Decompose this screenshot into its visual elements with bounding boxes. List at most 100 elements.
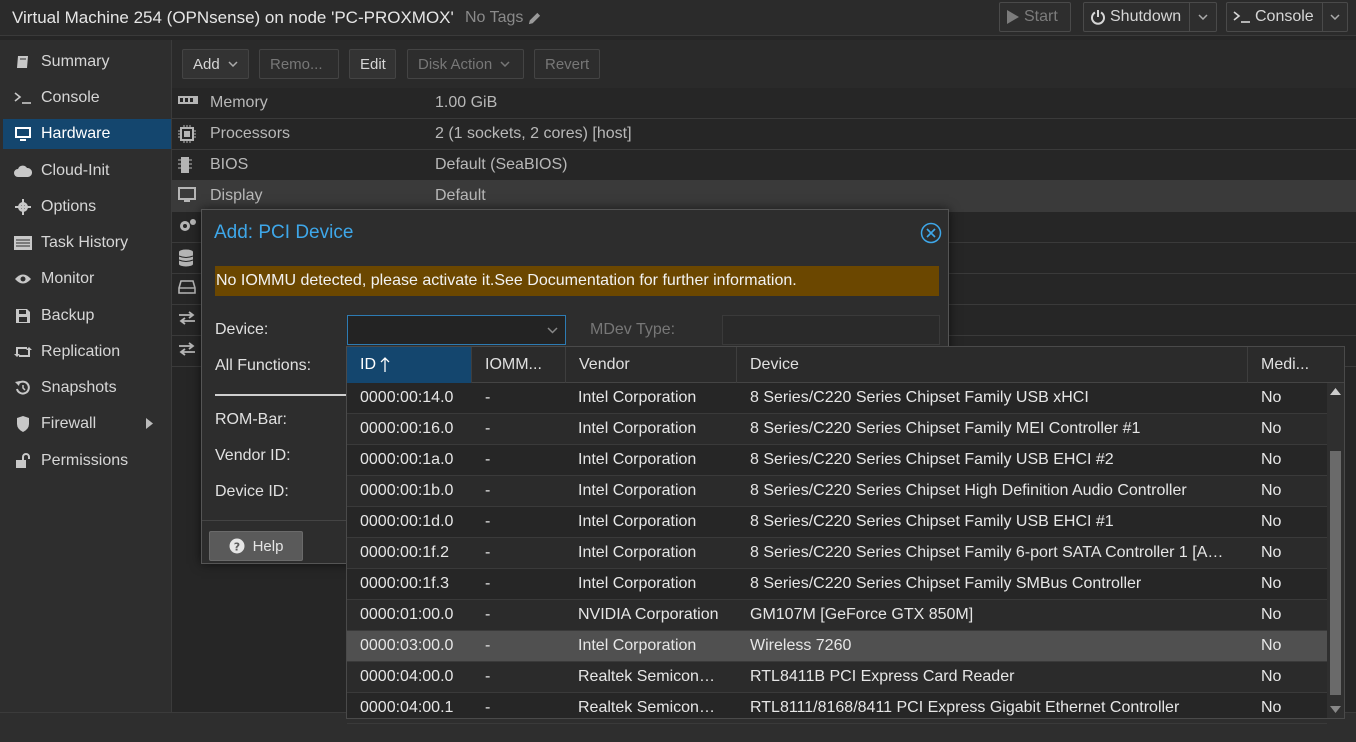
chevron-down-icon — [500, 61, 510, 67]
cell-id: 0000:00:1f.3 — [360, 575, 449, 592]
column-header-vendor[interactable]: Vendor — [566, 347, 737, 383]
scrollbar[interactable] — [1327, 383, 1344, 718]
help-button[interactable]: ? Help — [209, 531, 303, 561]
edit-button[interactable]: Edit — [349, 49, 396, 79]
hardware-key: Memory — [210, 94, 268, 111]
cell-device: 8 Series/C220 Series Chipset Family 6-po… — [750, 544, 1224, 561]
cell-mdev: No — [1261, 575, 1282, 592]
cell-vendor: Realtek Semicon… — [578, 668, 715, 685]
column-header-device[interactable]: Device — [737, 347, 1248, 383]
device-list-row[interactable]: 0000:00:16.0 - Intel Corporation 8 Series/C… — [347, 414, 1327, 445]
cell-device: 8 Series/C220 Series Chipset Family USB … — [750, 451, 1114, 468]
monitor-icon — [13, 125, 33, 143]
nav-item-replication[interactable]: Replication — [3, 337, 171, 367]
sort-up-icon — [380, 357, 390, 373]
nav-label: Console — [41, 89, 100, 106]
cell-iommu: - — [485, 668, 491, 685]
cell-mdev: No — [1261, 513, 1282, 530]
hardware-key: Processors — [210, 125, 291, 142]
device-list-row[interactable]: 0000:03:00.0 - Intel Corporation Wireless 7… — [347, 631, 1327, 662]
shield-icon — [13, 415, 33, 433]
cell-id: 0000:00:1b.0 — [360, 482, 454, 499]
column-header-mediated[interactable]: Medi... — [1248, 347, 1344, 383]
cell-iommu: - — [485, 513, 491, 530]
remove-label: Remo... — [270, 55, 323, 73]
help-label: Help — [252, 537, 284, 555]
device-list-row[interactable]: 0000:00:1b.0 - Intel Corporation 8 Series/C… — [347, 476, 1327, 507]
hardware-row-processors[interactable]: Processors 2 (1 sockets, 2 cores) [host] — [172, 119, 1356, 150]
device-list-row[interactable]: 0000:00:1a.0 - Intel Corporation 8 Series/C… — [347, 445, 1327, 476]
book-icon — [13, 53, 33, 71]
nav-item-snapshots[interactable]: Snapshots — [3, 373, 171, 403]
revert-button[interactable]: Revert — [534, 49, 600, 79]
network-icon — [178, 311, 198, 329]
hardware-toolbar: Add Remo... Edit Disk Action Revert — [172, 40, 1356, 88]
divider — [215, 394, 350, 396]
network-icon — [178, 342, 198, 360]
cell-vendor: Intel Corporation — [578, 637, 697, 654]
hardware-row-display[interactable]: Display Default — [172, 181, 1356, 212]
nav-item-task-history[interactable]: Task History — [3, 228, 171, 258]
terminal-icon — [13, 89, 33, 107]
cell-device: 8 Series/C220 Series Chipset Family USB … — [750, 389, 1089, 406]
hardware-row-bios[interactable]: BIOS Default (SeaBIOS) — [172, 150, 1356, 181]
device-list-row[interactable]: 0000:00:14.0 - Intel Corporation 8 Series/C… — [347, 383, 1327, 414]
hdd-icon — [178, 280, 198, 298]
cell-mdev: No — [1261, 606, 1282, 623]
tags-editor[interactable]: No Tags — [465, 9, 542, 27]
nav-label: Summary — [41, 53, 110, 70]
cell-id: 0000:00:1f.2 — [360, 544, 449, 561]
revert-label: Revert — [545, 55, 590, 73]
device-combobox[interactable] — [347, 315, 566, 345]
remove-button[interactable]: Remo... — [259, 49, 339, 79]
expand-arrow-icon[interactable] — [146, 418, 153, 429]
device-list-row[interactable]: 0000:00:1d.0 - Intel Corporation 8 Series/C… — [347, 507, 1327, 538]
nav-item-hardware[interactable]: Hardware — [3, 119, 171, 149]
hardware-row-memory[interactable]: Memory 1.00 GiB — [172, 88, 1356, 119]
column-title: Medi... — [1261, 356, 1310, 373]
rom-bar-label: ROM-Bar: — [215, 411, 287, 428]
console-button[interactable]: Console — [1226, 2, 1348, 32]
nav-item-permissions[interactable]: Permissions — [3, 446, 171, 476]
nav-item-options[interactable]: Options — [3, 192, 171, 222]
nav-item-console[interactable]: Console — [3, 83, 171, 113]
nav-item-summary[interactable]: Summary — [3, 47, 171, 77]
pencil-icon[interactable] — [527, 11, 542, 26]
hardware-value: 2 (1 sockets, 2 cores) [host] — [435, 125, 632, 142]
cell-vendor: Realtek Semicon… — [578, 699, 715, 716]
nav-label: Options — [41, 198, 97, 215]
retweet-icon — [13, 343, 33, 361]
device-list-row[interactable]: 0000:04:00.1 - Realtek Semicon… RTL8111/816… — [347, 693, 1327, 724]
nav-label: Replication — [41, 343, 121, 360]
scroll-down-icon[interactable] — [1330, 706, 1341, 714]
cell-id: 0000:04:00.0 — [360, 668, 454, 685]
nav-item-cloud-init[interactable]: Cloud-Init — [3, 156, 171, 186]
device-list-row[interactable]: 0000:01:00.0 - NVIDIA Corporation GM107M [G… — [347, 600, 1327, 631]
nav-item-monitor[interactable]: Monitor — [3, 264, 171, 294]
device-list-row[interactable]: 0000:00:1f.2 - Intel Corporation 8 Series/C… — [347, 538, 1327, 569]
cell-vendor: Intel Corporation — [578, 513, 697, 530]
chevron-down-icon[interactable] — [547, 327, 558, 334]
disk-action-button[interactable]: Disk Action — [407, 49, 524, 79]
column-header-iommu[interactable]: IOMM... — [472, 347, 566, 383]
shutdown-button[interactable]: Shutdown — [1083, 2, 1217, 32]
start-button[interactable]: Start — [999, 2, 1071, 32]
nav-item-backup[interactable]: Backup — [3, 301, 171, 331]
cell-id: 0000:00:16.0 — [360, 420, 454, 437]
device-list-row[interactable]: 0000:04:00.0 - Realtek Semicon… RTL8411B PC… — [347, 662, 1327, 693]
column-header-id[interactable]: ID — [347, 347, 472, 383]
mdev-type-combobox[interactable] — [722, 315, 940, 345]
cpu-icon — [178, 125, 198, 143]
chip-icon — [178, 156, 198, 174]
nav-item-firewall[interactable]: Firewall — [3, 409, 171, 439]
device-list-row[interactable]: 0000:00:1f.3 - Intel Corporation 8 Series/C… — [347, 569, 1327, 600]
pci-device-picker: ID IOMM... Vendor Device Medi... 0000:00… — [346, 346, 1345, 724]
scroll-up-icon[interactable] — [1330, 387, 1341, 395]
nav-label: Firewall — [41, 415, 97, 432]
cell-mdev: No — [1261, 668, 1282, 685]
scrollbar-thumb[interactable] — [1330, 451, 1341, 695]
chevron-down-icon[interactable] — [1321, 3, 1347, 31]
add-button[interactable]: Add — [182, 49, 249, 79]
close-icon[interactable] — [920, 222, 942, 244]
chevron-down-icon[interactable] — [1189, 3, 1215, 31]
